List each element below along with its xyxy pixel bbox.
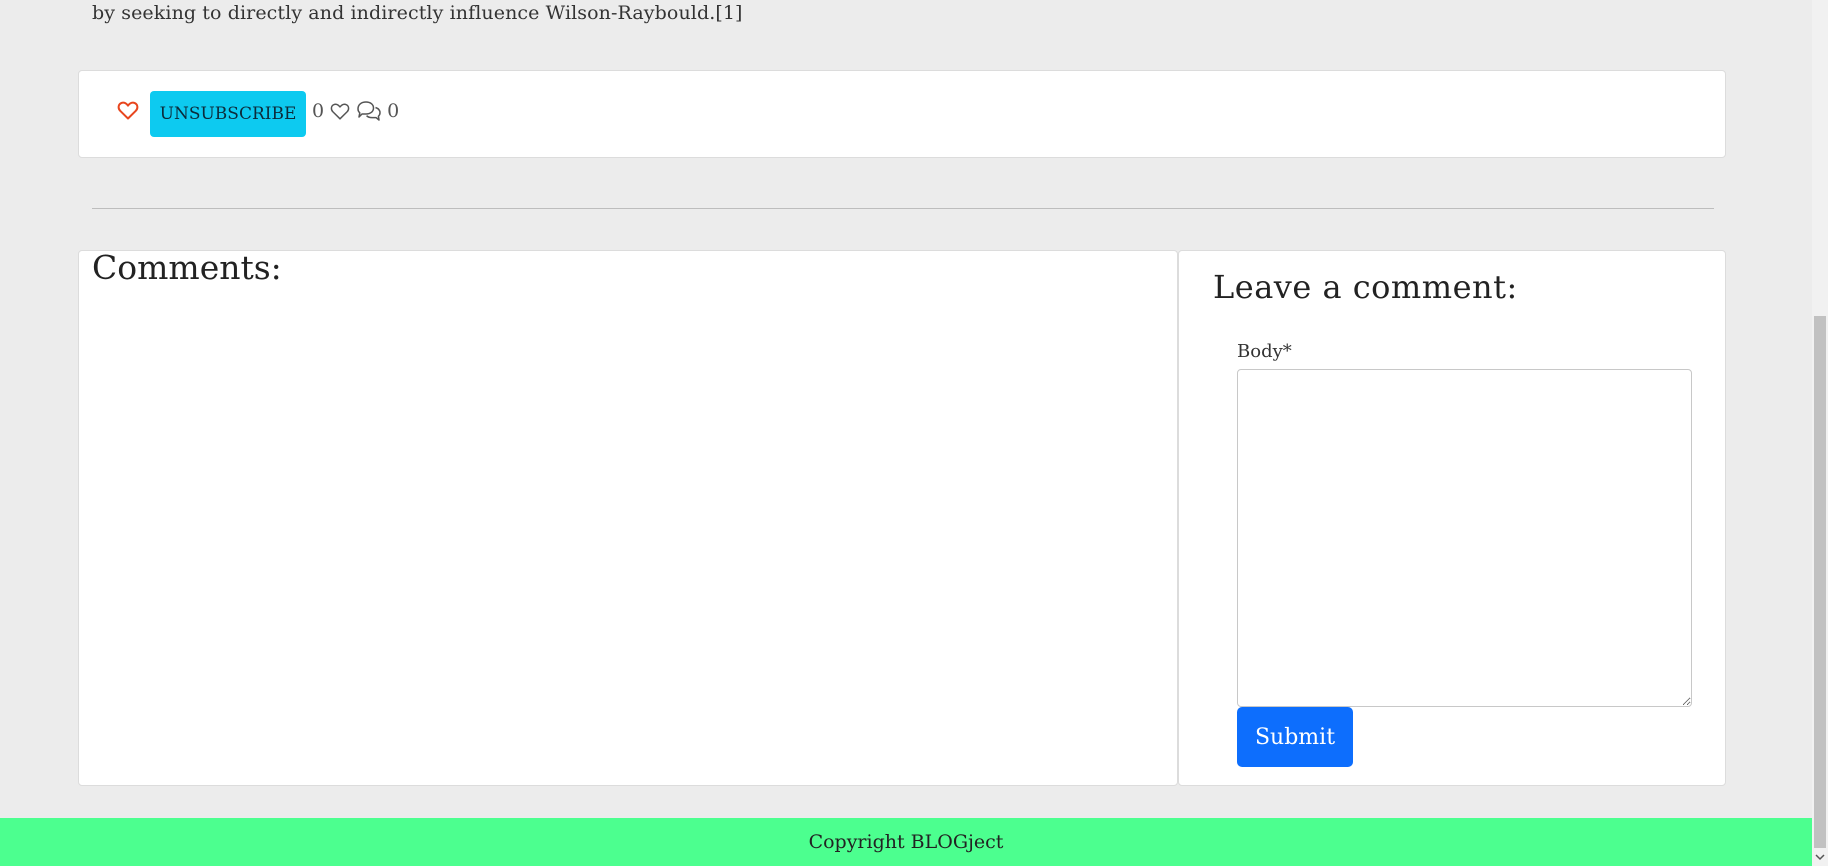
unsubscribe-button[interactable]: UNSUBSCRIBE xyxy=(150,91,306,137)
comments-card xyxy=(78,250,1178,786)
footer: Copyright BLOGject xyxy=(0,818,1812,866)
heart-outline-icon xyxy=(117,101,139,120)
comment-body-textarea[interactable] xyxy=(1237,369,1692,707)
scroll-down-arrow-icon[interactable] xyxy=(1812,848,1828,866)
page-scrollbar[interactable] xyxy=(1812,0,1828,866)
comments-count: 0 xyxy=(387,100,400,122)
comments-heading: Comments: xyxy=(92,248,282,287)
likes-heart-icon xyxy=(330,103,350,120)
submit-button[interactable]: Submit xyxy=(1237,707,1353,767)
footer-copyright: Copyright BLOGject xyxy=(808,831,1004,853)
body-field-label: Body* xyxy=(1237,341,1292,362)
likes-count: 0 xyxy=(312,100,325,122)
comment-form-heading: Leave a comment: xyxy=(1213,268,1518,306)
section-divider xyxy=(92,208,1714,209)
post-stats: 0 0 xyxy=(312,98,399,124)
scrollbar-thumb[interactable] xyxy=(1814,316,1826,848)
comments-bubbles-icon xyxy=(357,101,381,121)
like-button[interactable] xyxy=(116,98,140,122)
page: by seeking to directly and indirectly in… xyxy=(0,0,1812,866)
article-body-text: by seeking to directly and indirectly in… xyxy=(92,2,743,24)
